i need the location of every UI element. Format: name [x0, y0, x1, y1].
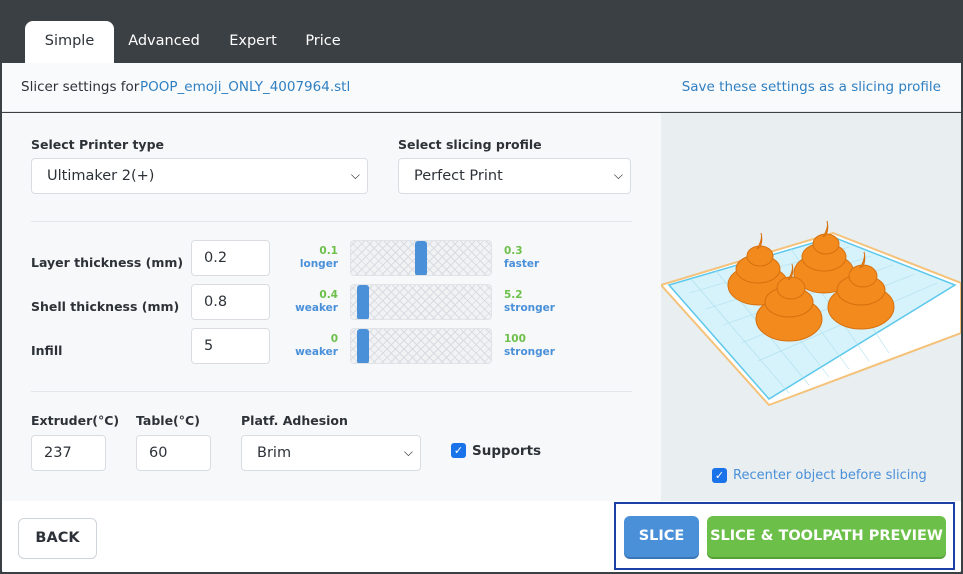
extruder-label: Extruder(°C) — [31, 413, 120, 428]
supports-label: Supports — [472, 443, 542, 459]
layer-thickness-slider[interactable] — [350, 240, 492, 276]
settings-panel: Select Printer type Ultimaker 2(+) ⌵ Sel… — [2, 113, 661, 501]
supports-checkbox[interactable]: ✓ — [451, 443, 466, 458]
infill-input[interactable]: 5 — [191, 328, 270, 364]
shell-thickness-min: 0.4 weaker — [295, 289, 338, 314]
printer-type-value: Ultimaker 2(+) — [47, 168, 155, 184]
extruder-temp-input[interactable]: 237 — [31, 435, 106, 471]
slice-button[interactable]: SLICE — [624, 516, 699, 557]
header-label: Slicer settings for — [21, 79, 140, 95]
save-profile-link[interactable]: Save these settings as a slicing profile — [682, 79, 941, 95]
filename-link[interactable]: POOP_emoji_ONLY_4007964.stl — [140, 79, 350, 95]
adhesion-label: Platf. Adhesion — [241, 413, 348, 428]
slicer-dialog: Simple Advanced Expert Price Slicer sett… — [0, 0, 963, 574]
divider — [31, 391, 632, 392]
printer-type-label: Select Printer type — [31, 137, 165, 152]
layer-thickness-max: 0.3 faster — [504, 245, 540, 270]
shell-thickness-slider[interactable] — [350, 284, 492, 320]
slicing-profile-label: Select slicing profile — [398, 137, 542, 152]
slider-handle[interactable] — [357, 329, 369, 363]
recenter-checkbox[interactable]: ✓ — [712, 468, 727, 483]
slider-handle[interactable] — [415, 241, 427, 275]
infill-slider[interactable] — [350, 328, 492, 364]
action-footer: BACK SLICE SLICE & TOOLPATH PREVIEW — [2, 501, 961, 572]
layer-thickness-min: 0.1 longer — [299, 245, 338, 270]
adhesion-value: Brim — [257, 445, 292, 461]
tab-expert[interactable]: Expert — [221, 21, 285, 63]
shell-thickness-label: Shell thickness (mm) — [31, 299, 180, 314]
table-temp-input[interactable]: 60 — [136, 435, 211, 471]
adhesion-select[interactable]: Brim ⌵ — [241, 435, 421, 471]
chevron-down-icon: ⌵ — [403, 445, 413, 459]
layer-thickness-input[interactable]: 0.2 — [191, 240, 270, 276]
infill-min: 0 weaker — [295, 333, 338, 358]
tab-bar: Simple Advanced Expert Price — [0, 0, 963, 63]
slicing-profile-value: Perfect Print — [414, 168, 503, 184]
shell-thickness-max: 5.2 stronger — [504, 289, 555, 314]
infill-max: 100 stronger — [504, 333, 555, 358]
printer-type-select[interactable]: Ultimaker 2(+) ⌵ — [31, 158, 368, 194]
infill-label: Infill — [31, 343, 63, 358]
tab-advanced[interactable]: Advanced — [118, 21, 210, 63]
build-plate-3d-view[interactable] — [659, 113, 962, 501]
slice-toolpath-preview-button[interactable]: SLICE & TOOLPATH PREVIEW — [707, 516, 946, 557]
table-label: Table(°C) — [136, 413, 200, 428]
model-preview[interactable]: ✓ Recenter object before slicing — [659, 113, 962, 501]
tab-price[interactable]: Price — [296, 21, 350, 63]
shell-thickness-input[interactable]: 0.8 — [191, 284, 270, 320]
chevron-down-icon: ⌵ — [613, 168, 623, 182]
recenter-label: Recenter object before slicing — [733, 468, 927, 483]
chevron-down-icon: ⌵ — [350, 168, 360, 182]
settings-header: Slicer settings for POOP_emoji_ONLY_4007… — [2, 63, 961, 112]
slider-handle[interactable] — [357, 285, 369, 319]
layer-thickness-label: Layer thickness (mm) — [31, 255, 184, 270]
tab-simple[interactable]: Simple — [25, 21, 114, 63]
divider — [31, 221, 632, 222]
slicing-profile-select[interactable]: Perfect Print ⌵ — [398, 158, 631, 194]
back-button[interactable]: BACK — [18, 518, 97, 559]
